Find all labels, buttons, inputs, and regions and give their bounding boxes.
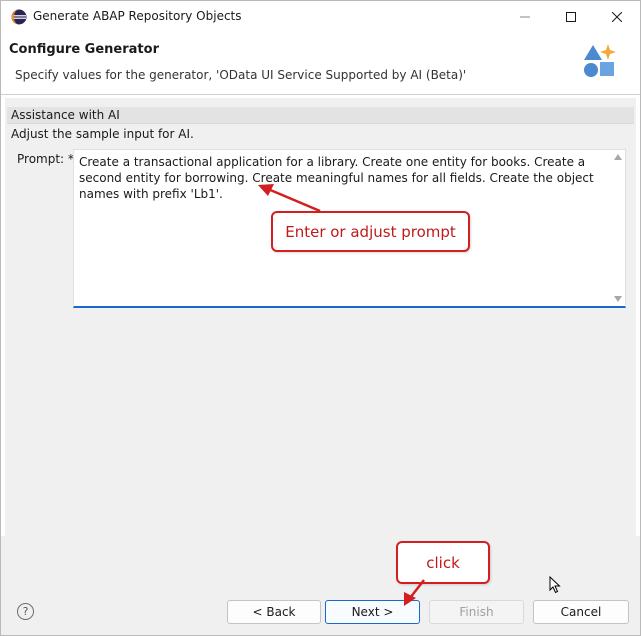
page-title: Configure Generator	[9, 42, 159, 57]
eclipse-icon	[11, 9, 27, 25]
scroll-up-arrow[interactable]	[614, 154, 622, 160]
prompt-callout: Enter or adjust prompt	[271, 211, 470, 252]
finish-button: Finish	[429, 600, 524, 624]
wizard-header: Configure Generator Specify values for t…	[1, 32, 640, 94]
mouse-cursor-icon	[549, 576, 561, 594]
maximize-icon	[566, 11, 576, 22]
prompt-label: Prompt: *	[17, 152, 74, 166]
section-header: Assistance with AI	[7, 107, 634, 124]
help-icon[interactable]: ?	[17, 603, 34, 620]
scroll-down-arrow[interactable]	[614, 296, 622, 302]
cancel-button[interactable]: Cancel	[533, 600, 629, 624]
maximize-button[interactable]	[548, 1, 594, 32]
section-title: Assistance with AI	[11, 108, 120, 122]
close-button[interactable]	[594, 1, 640, 32]
header-divider	[1, 94, 640, 95]
click-callout: click	[396, 541, 490, 584]
minimize-button[interactable]	[502, 1, 548, 32]
next-button[interactable]: Next >	[325, 600, 420, 624]
close-icon	[612, 11, 622, 22]
prompt-text: Create a transactional application for a…	[79, 155, 594, 201]
back-button[interactable]: < Back	[227, 600, 321, 624]
generator-shapes-icon	[584, 44, 616, 77]
minimize-icon	[520, 16, 530, 17]
page-description: Specify values for the generator, 'OData…	[15, 68, 467, 82]
dialog-window: Generate ABAP Repository Objects Configu…	[0, 0, 641, 636]
title-bar: Generate ABAP Repository Objects	[1, 1, 640, 32]
window-title: Generate ABAP Repository Objects	[33, 9, 242, 23]
content-area: Assistance with AI Adjust the sample inp…	[5, 98, 636, 536]
section-subtitle: Adjust the sample input for AI.	[11, 127, 194, 141]
